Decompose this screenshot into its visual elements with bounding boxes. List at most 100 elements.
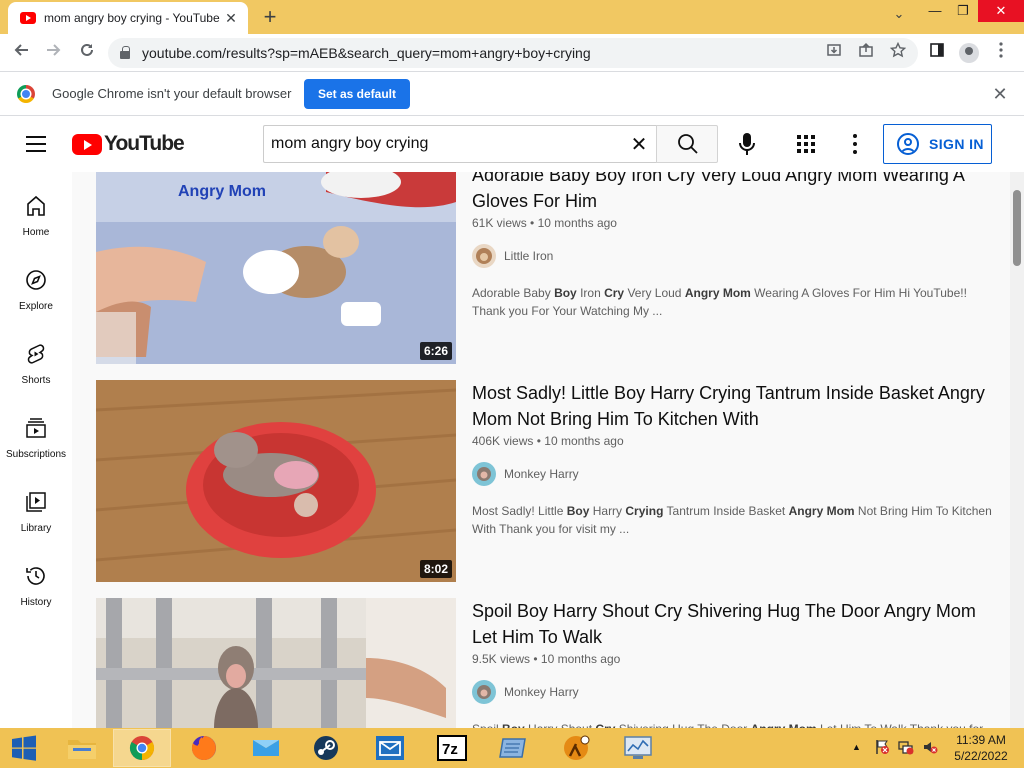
start-button[interactable] [0, 730, 48, 766]
description-text: Iron [576, 286, 605, 300]
search-query: mom angry boy crying [271, 135, 429, 152]
description-highlight: Angry Mom [684, 286, 751, 300]
channel-name: Little Iron [504, 249, 554, 263]
video-duration: 8:02 [419, 560, 452, 578]
address-bar[interactable]: youtube.com/results?sp=mAEB&search_query… [108, 38, 918, 68]
channel-name: Monkey Harry [504, 685, 579, 699]
scrollbar-thumb[interactable] [1013, 190, 1021, 266]
taskbar-steam[interactable] [298, 730, 354, 766]
taskbar-notepad-app[interactable] [486, 730, 542, 766]
view-count: 406K views [472, 434, 534, 448]
taskbar-chrome[interactable] [113, 729, 171, 767]
browser-tab[interactable]: mom angry boy crying - YouTube ✕ [8, 2, 248, 34]
taskbar-file-explorer[interactable] [54, 730, 110, 766]
video-thumbnail[interactable]: 8:02 [96, 380, 456, 582]
notepad-icon [499, 738, 526, 758]
page-scrollbar[interactable] [1010, 172, 1024, 728]
video-thumbnail[interactable]: Angry Mom 6:26 [96, 172, 456, 364]
maximize-button[interactable]: ❐ [946, 0, 980, 22]
guide-item-home[interactable]: Home [0, 182, 72, 256]
video-description: Most Sadly! Little Boy Harry Crying Tant… [472, 502, 992, 538]
back-button[interactable] [10, 42, 32, 64]
window-close-button[interactable]: ✕ [978, 0, 1024, 22]
upload-age: 10 months ago [544, 434, 624, 448]
video-result[interactable]: Spoil Boy Harry Shout Cry Shivering Hug … [96, 598, 996, 728]
video-title[interactable]: Adorable Baby Boy Iron Cry Very Loud Ang… [472, 172, 992, 214]
history-icon [26, 567, 45, 585]
search-icon [678, 134, 698, 154]
profile-button[interactable] [958, 42, 980, 64]
system-clock[interactable]: 11:39 AM 5/22/2022 [950, 732, 1012, 764]
sign-in-button[interactable]: SIGN IN [883, 124, 992, 164]
video-thumbnail[interactable] [96, 598, 456, 728]
share-icon[interactable] [856, 42, 876, 58]
guide-item-explore[interactable]: Explore [0, 256, 72, 330]
taskbar-7zip[interactable]: 7z [424, 730, 480, 766]
chrome-menu-button[interactable] [990, 42, 1012, 64]
taskbar-mail-app[interactable] [238, 730, 294, 766]
guide-label-home: Home [22, 227, 50, 238]
side-panel-icon[interactable] [926, 42, 948, 64]
half-life-icon [564, 735, 590, 760]
description-highlight: Crying [625, 504, 664, 518]
shorts-icon [27, 344, 45, 364]
chrome-tab-strip: mom angry boy crying - YouTube ✕ + ⌄ — ❐… [0, 0, 1024, 34]
video-title[interactable]: Most Sadly! Little Boy Harry Crying Tant… [472, 380, 992, 432]
volume-muted-icon[interactable] [922, 739, 938, 768]
profile-avatar-icon [959, 43, 979, 63]
upload-age: 10 months ago [540, 652, 621, 666]
windows-taskbar: 7z ▲ 11:39 AM 5/22/2022 [0, 728, 1024, 768]
butterfly-mail-icon [253, 740, 279, 756]
tab-search-button[interactable]: ⌄ [888, 6, 910, 22]
description-highlight: Boy [554, 286, 577, 300]
taskbar-control-panel[interactable] [610, 730, 666, 766]
channel-info[interactable]: Little Iron [472, 244, 992, 268]
video-description: Adorable Baby Boy Iron Cry Very Loud Ang… [472, 284, 992, 320]
guide-item-shorts[interactable]: Shorts [0, 330, 72, 404]
reload-icon [81, 43, 93, 56]
windows-logo-icon [12, 735, 36, 761]
channel-info[interactable]: Monkey Harry [472, 462, 992, 486]
taskbar-mail[interactable] [362, 730, 418, 766]
set-as-default-button[interactable]: Set as default [304, 79, 410, 109]
show-hidden-icons-button[interactable]: ▲ [852, 742, 861, 768]
guide-item-subscriptions[interactable]: Subscriptions [0, 404, 72, 478]
guide-label-explore: Explore [19, 301, 53, 312]
reload-button[interactable] [76, 42, 98, 64]
apps-grid-icon[interactable] [797, 135, 815, 153]
video-result[interactable]: Angry Mom 6:26 Adorable Baby Boy Iron Cr… [96, 172, 996, 364]
guide-label-history: History [20, 597, 52, 608]
install-app-icon[interactable] [824, 42, 844, 58]
taskbar-half-life-2[interactable] [548, 730, 604, 766]
video-description: Spoil Boy Harry Shout Cry Shivering Hug … [472, 720, 992, 728]
youtube-logo[interactable]: YouTube [72, 132, 185, 156]
action-center-flag-icon[interactable] [874, 739, 890, 768]
search-input[interactable]: mom angry boy crying ✕ [263, 125, 656, 163]
back-arrow-icon [14, 44, 28, 56]
new-tab-button[interactable]: + [258, 6, 282, 28]
forward-button[interactable] [43, 42, 65, 64]
video-result[interactable]: 8:02 Most Sadly! Little Boy Harry Crying… [96, 380, 996, 582]
bookmark-star-icon[interactable] [888, 41, 908, 58]
channel-info[interactable]: Monkey Harry [472, 680, 992, 704]
description-highlight: Angry Mom [788, 504, 855, 518]
guide-label-library: Library [20, 523, 52, 534]
tab-close-button[interactable]: ✕ [222, 10, 240, 27]
clear-search-icon[interactable]: ✕ [622, 132, 656, 157]
guide-item-history[interactable]: History [0, 552, 72, 626]
settings-more-icon[interactable] [852, 134, 858, 154]
guide-item-library[interactable]: Library [0, 478, 72, 552]
description-text: Very Loud [624, 286, 685, 300]
voice-search-button[interactable] [735, 131, 759, 157]
guide-label-shorts: Shorts [21, 375, 51, 386]
infobar-close-icon[interactable]: ✕ [990, 84, 1010, 105]
description-text: Most Sadly! Little [472, 504, 567, 518]
video-info: Adorable Baby Boy Iron Cry Very Loud Ang… [472, 172, 992, 320]
search-button[interactable] [656, 125, 718, 163]
thumbnail-caption: Angry Mom [178, 183, 266, 200]
guide-menu-icon[interactable] [26, 136, 46, 152]
network-icon[interactable] [898, 739, 914, 768]
taskbar-firefox[interactable] [176, 730, 232, 766]
video-title[interactable]: Spoil Boy Harry Shout Cry Shivering Hug … [472, 598, 992, 650]
chrome-logo-icon [17, 85, 35, 103]
